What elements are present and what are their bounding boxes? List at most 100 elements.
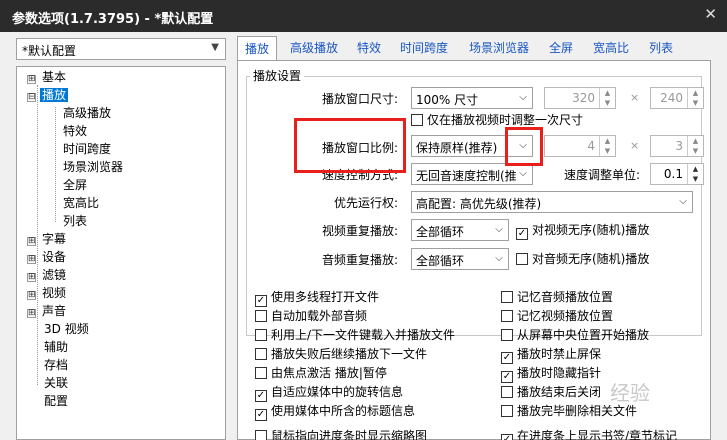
expand-icon[interactable]: ⊞ [27,309,36,318]
option-label: 鼠标指向进度条时显示缩略图 [271,429,428,440]
window-height-spinner[interactable]: 240 ▲ ▼ [650,87,704,109]
video-repeat-select[interactable]: 全部循环 ⌵ [411,219,509,241]
tree-item-archive[interactable]: 存档 [42,357,70,374]
option-checkbox[interactable]: ✓ 在进度条上显示书签/章节标记 [501,428,677,440]
checkbox-icon[interactable]: ✓ [501,371,513,383]
spin-arrows-icon[interactable]: ▲ ▼ [687,164,703,184]
option-checkbox[interactable]: ✓ 自适应媒体中的旋转信息 [255,384,403,402]
expand-icon[interactable]: ⊞ [27,75,36,84]
checkbox-icon[interactable] [255,367,267,379]
speed-unit-spinner[interactable]: 0.1 ▲ ▼ [650,163,704,185]
ratio-width-spinner[interactable]: 4 ▲ ▼ [544,135,616,157]
checkbox-icon[interactable] [255,348,267,360]
tree-item-audio[interactable]: ⊞ 声音 [27,303,68,320]
tree-item-fullscreen[interactable]: 全屏 [61,177,89,194]
tab-scene-browser[interactable]: 场景浏览器 [461,36,537,60]
spin-arrows-icon[interactable]: ▲ ▼ [687,136,703,156]
spin-arrows-icon[interactable]: ▲ ▼ [687,88,703,108]
highlight-box [505,127,543,166]
option-checkbox[interactable]: ✓ 播放时禁止屏保 [501,346,601,364]
option-checkbox[interactable]: 利用上/下一文件键载入并播放文件 [255,327,455,343]
tree-item-aspect-ratio[interactable]: 宽高比 [61,195,101,212]
option-checkbox[interactable]: 从屏幕中央位置开始播放 [501,327,649,343]
tree-item-label: 宽高比 [63,196,100,210]
checkbox-icon[interactable] [501,291,513,303]
expand-icon[interactable]: ⊞ [27,291,36,300]
expand-icon[interactable]: ⊞ [27,273,36,282]
option-checkbox[interactable]: 记忆音频播放位置 [501,289,613,305]
spin-arrows-icon[interactable]: ▲ ▼ [599,136,615,156]
checkbox-icon[interactable] [255,329,267,341]
only-once-label: 仅在播放视频时调整一次尺寸 [427,113,584,127]
checkbox-icon[interactable]: ✓ [501,434,513,440]
checkbox-icon[interactable] [501,386,513,398]
option-checkbox[interactable]: 鼠标指向进度条时显示缩略图 [255,428,427,440]
close-icon[interactable]: ✕ [704,5,717,23]
option-checkbox[interactable]: ✓ 播放时隐藏指针 [501,365,601,383]
audio-repeat-select[interactable]: 全部循环 ⌵ [411,248,509,270]
option-checkbox[interactable]: ✓ 使用多线程打开文件 [255,289,379,307]
option-checkbox[interactable]: 记忆视频播放位置 [501,308,613,324]
priority-select[interactable]: 高配置: 高优先级(推荐) ⌵ [411,191,693,213]
checkbox-icon[interactable] [501,310,513,322]
video-shuffle-checkbox[interactable]: ✓ 对视频无序(随机)播放 [516,222,649,240]
tree-item-config[interactable]: 配置 [42,393,70,410]
option-checkbox[interactable]: ✓ 使用媒体中所含的标题信息 [255,403,415,421]
checkbox-icon[interactable] [501,329,513,341]
option-checkbox[interactable]: 播放失败后继续播放下一文件 [255,346,427,362]
checkbox-icon[interactable] [516,253,528,265]
tree-item-devices[interactable]: ⊞ 设备 [27,249,68,266]
window-size-select[interactable]: 100% 尺寸 ⌵ [411,87,533,109]
checkbox-icon[interactable]: ✓ [516,228,528,240]
audio-shuffle-checkbox[interactable]: 对音频无序(随机)播放 [516,251,649,267]
tree-item-3d-video[interactable]: 3D 视频 [42,321,91,338]
tree-item-video[interactable]: ⊞ 视频 [27,285,68,302]
tree-item-label: 滤镜 [42,268,67,282]
collapse-icon[interactable]: ⊟ [27,93,36,102]
spin-arrows-icon[interactable]: ▲ ▼ [599,88,615,108]
tree-item-time-span[interactable]: 时间跨度 [61,141,113,158]
tree-item-basic[interactable]: ⊞ 基本 [27,69,68,86]
checkbox-icon[interactable] [255,310,267,322]
option-checkbox[interactable]: 播放结束后关闭 [501,384,601,400]
tab-fullscreen[interactable]: 全屏 [543,36,579,60]
tree-item-scene-browser[interactable]: 场景浏览器 [61,159,125,176]
checkbox-icon[interactable]: ✓ [255,390,267,402]
tree-item-advanced-playback[interactable]: 高级播放 [61,105,113,122]
only-once-checkbox[interactable]: 仅在播放视频时调整一次尺寸 [411,112,583,128]
chevron-down-icon: ⌵ [519,168,527,179]
tab-time-span[interactable]: 时间跨度 [393,36,455,60]
times-sign: × [630,91,640,104]
option-label: 由焦点激活 播放|暂停 [271,366,387,380]
expand-icon[interactable]: ⊞ [27,237,36,246]
tab-effects[interactable]: 特效 [351,36,387,60]
ratio-height-spinner[interactable]: 3 ▲ ▼ [650,135,704,157]
tab-aspect-ratio[interactable]: 宽高比 [587,36,635,60]
tree-item-playback[interactable]: ⊟ 播放 [27,87,69,104]
profile-select[interactable]: *默认配置 ▼ [16,38,226,60]
tab-playlist[interactable]: 列表 [643,36,679,60]
tree-item-filters[interactable]: ⊞ 滤镜 [27,267,68,284]
tree-item-accessibility[interactable]: 辅助 [42,339,70,356]
option-checkbox[interactable]: 由焦点激活 播放|暂停 [255,365,387,381]
checkbox-icon[interactable]: ✓ [501,352,513,364]
checkbox-icon[interactable] [255,430,267,440]
tree-item-association[interactable]: 关联 [42,375,70,392]
speed-control-select[interactable]: 无回音速度控制(推 ⌵ [411,163,533,185]
tab-playback[interactable]: 播放 [237,36,277,61]
tree-item-effects[interactable]: 特效 [61,123,89,140]
window-width-spinner[interactable]: 320 ▲ ▼ [544,87,616,109]
option-label: 播放完毕删除相关文件 [517,404,638,418]
tab-advanced-playback[interactable]: 高级播放 [283,36,345,60]
category-tree[interactable]: ⊞ 基本 ⊟ 播放 高级播放 特效 时间跨度 场景浏览器 全屏 宽高比 列表 ⊞ 字幕… [16,66,226,440]
tree-item-label: 视频 [42,286,67,300]
option-label: 自动加载外部音频 [271,309,368,323]
checkbox-icon[interactable] [411,114,423,126]
tree-item-subtitles[interactable]: ⊞ 字幕 [27,231,68,248]
checkbox-icon[interactable]: ✓ [255,295,267,307]
expand-icon[interactable]: ⊞ [27,255,36,264]
checkbox-icon[interactable] [501,405,513,417]
tree-item-playlist[interactable]: 列表 [61,213,89,230]
option-checkbox[interactable]: 自动加载外部音频 [255,308,367,324]
checkbox-icon[interactable]: ✓ [255,409,267,421]
